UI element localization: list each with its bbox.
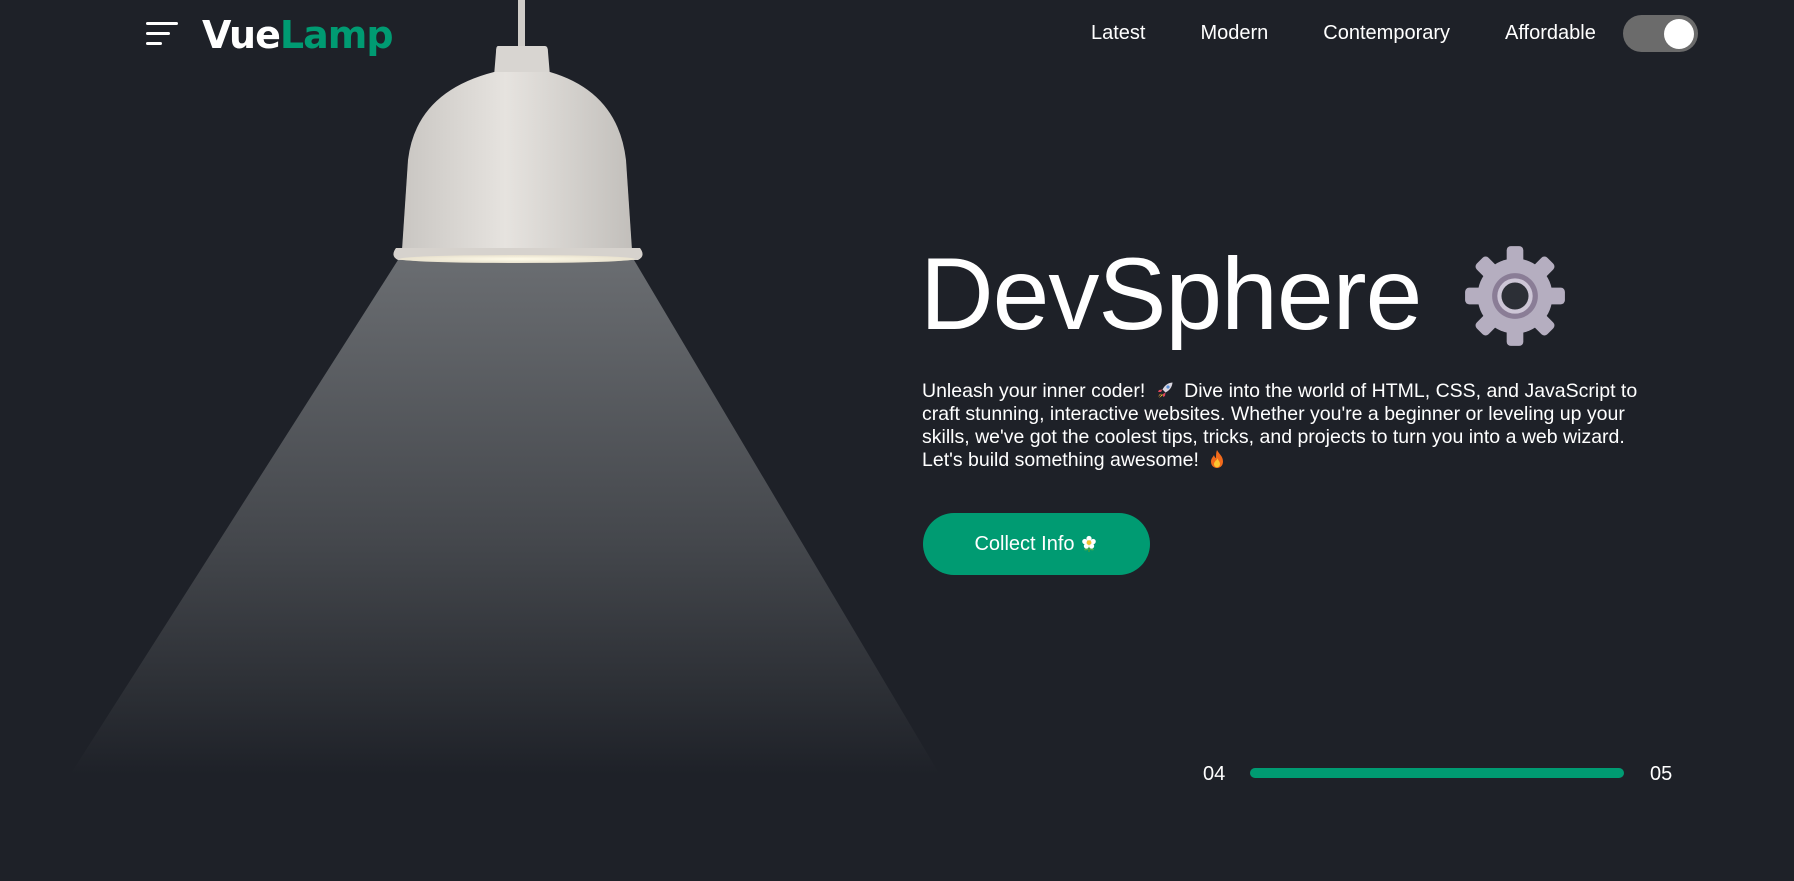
logo-text-lamp: Lamp (279, 13, 394, 57)
slide-current-number: 04 (1203, 763, 1226, 785)
lamp-neck (494, 46, 550, 76)
slide-progress-bar[interactable] (1250, 768, 1624, 778)
lamp-glow (399, 255, 635, 263)
nav-link-contemporary[interactable]: Contemporary (1323, 20, 1450, 46)
nav-link-latest[interactable]: Latest (1091, 20, 1145, 46)
fire-icon (1211, 450, 1224, 468)
nav-link-affordable[interactable]: Affordable (1505, 20, 1596, 46)
hero-description-text-1: Unleash your inner coder! (922, 380, 1146, 402)
hamburger-menu-icon[interactable] (146, 20, 180, 48)
slide-progress-fill (1250, 768, 1624, 778)
lamp-illustration (70, 0, 940, 775)
hero-description: Unleash your inner coder! Dive into the … (922, 380, 1662, 472)
logo[interactable]: VueLamp (202, 10, 394, 60)
lamp-cord (518, 0, 525, 50)
collect-info-button[interactable]: Collect Info (923, 513, 1150, 575)
theme-toggle[interactable] (1623, 15, 1698, 52)
logo-text-vue: Vue (202, 13, 281, 57)
main-nav: Latest Modern Contemporary Affordable (1091, 20, 1596, 46)
light-beam (70, 260, 940, 775)
page: VueLamp Latest Modern Contemporary Affor… (0, 0, 1794, 881)
nav-link-modern[interactable]: Modern (1200, 20, 1268, 46)
hero-title-row: DevSphere (920, 234, 1567, 354)
flower-icon (1081, 535, 1096, 552)
gear-icon (1465, 246, 1566, 346)
lamp-shade (402, 72, 632, 250)
slide-total-number: 05 (1650, 763, 1673, 785)
rocket-icon (1157, 382, 1173, 398)
hero-title: DevSphere (920, 237, 1422, 351)
toggle-knob (1664, 19, 1694, 49)
collect-info-label: Collect Info (974, 532, 1075, 555)
